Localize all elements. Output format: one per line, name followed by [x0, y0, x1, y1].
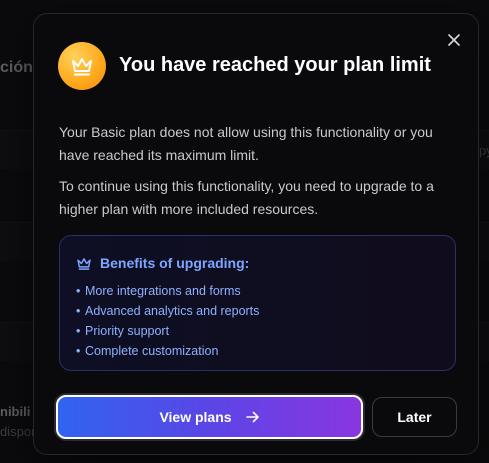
close-icon	[448, 34, 460, 46]
later-button[interactable]: Later	[372, 397, 457, 437]
benefit-item: • Priority support	[76, 324, 170, 338]
benefits-title: Benefits of upgrading:	[100, 255, 250, 271]
benefit-label: More integrations and forms	[85, 284, 241, 298]
limit-message: Your Basic plan does not allow using thi…	[59, 124, 433, 163]
benefit-item: • Advanced analytics and reports	[76, 304, 260, 318]
background-text: py	[479, 143, 489, 158]
view-plans-button[interactable]: View plans	[56, 395, 363, 439]
background-text: nibili	[0, 404, 31, 419]
crown-icon	[72, 58, 92, 76]
background-heading: ción	[0, 59, 33, 76]
benefits-panel: Benefits of upgrading: • More integration…	[59, 235, 456, 371]
crown-outline-icon	[77, 257, 91, 270]
benefit-label: Complete customization	[85, 344, 219, 358]
view-plans-label: View plans	[159, 409, 232, 425]
arrow-right-icon	[245, 411, 259, 423]
benefit-label: Advanced analytics and reports	[85, 304, 260, 318]
upgrade-message: To continue using this functionality, yo…	[59, 178, 434, 217]
upgrade-modal: You have reached your plan limit Your Ba…	[33, 13, 479, 455]
later-label: Later	[397, 409, 432, 425]
benefit-label: Priority support	[85, 324, 170, 338]
close-button[interactable]	[444, 30, 464, 50]
benefit-item: • Complete customization	[76, 344, 219, 358]
benefit-item: • More integrations and forms	[76, 284, 241, 298]
modal-title: You have reached your plan limit	[119, 54, 431, 76]
benefits-list: • More integrations and forms • Advanced a…	[76, 281, 259, 361]
benefits-header: Benefits of upgrading:	[76, 255, 249, 271]
crown-badge	[58, 42, 106, 90]
